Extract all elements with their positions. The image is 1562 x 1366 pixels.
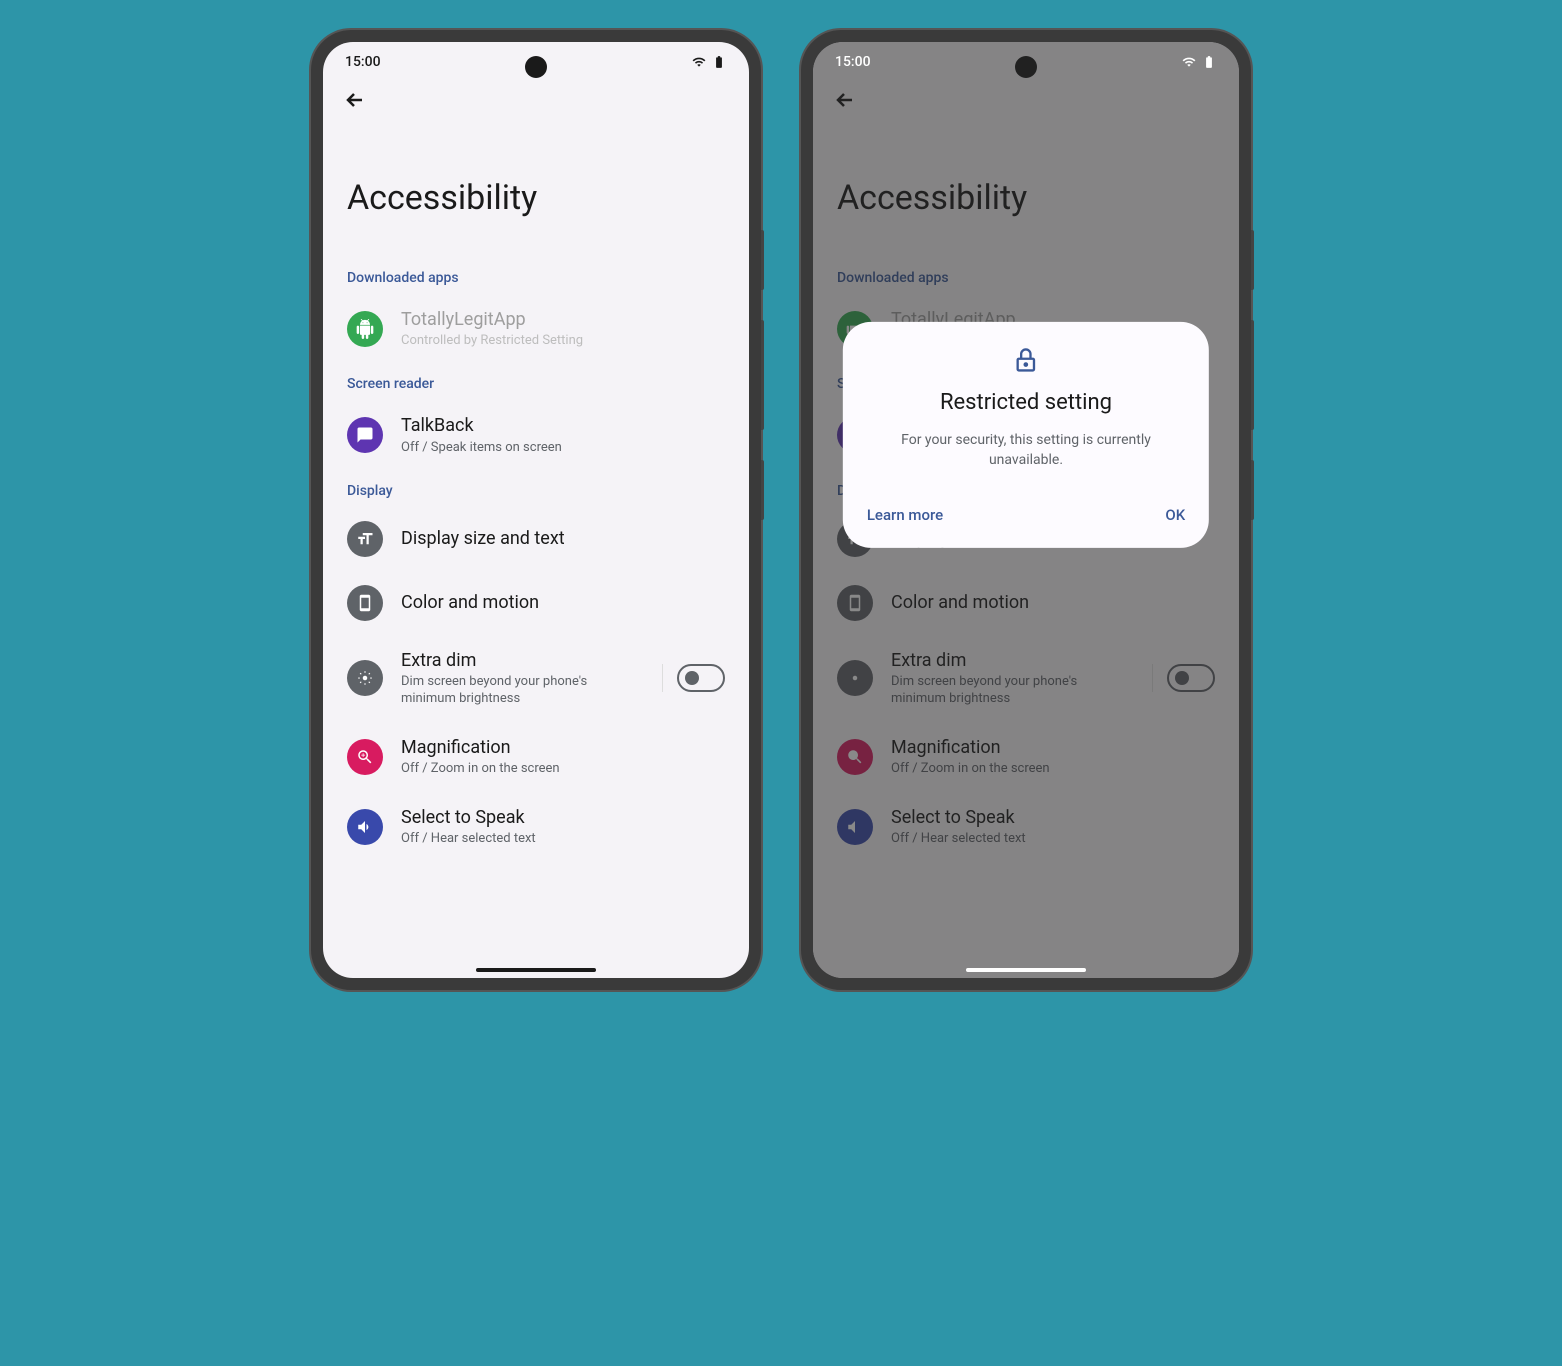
item-title: TotallyLegitApp — [401, 308, 725, 331]
phone-left: 15:00 Accessibility Downloaded apps Tota… — [311, 30, 761, 990]
item-subtitle: Controlled by Restricted Setting — [401, 333, 725, 350]
item-subtitle: Off / Hear selected text — [401, 831, 725, 848]
dialog-title: Restricted setting — [867, 390, 1185, 415]
item-title: Display size and text — [401, 527, 725, 550]
status-time: 15:00 — [345, 54, 381, 70]
list-item-talkback[interactable]: TalkBack Off / Speak items on screen — [323, 400, 749, 470]
item-title: Magnification — [401, 736, 725, 759]
status-bar: 15:00 — [813, 42, 1239, 76]
back-arrow-icon[interactable] — [343, 88, 367, 112]
list-item-extra-dim[interactable]: Extra dim Dim screen beyond your phone's… — [323, 635, 749, 722]
item-title: Select to Speak — [401, 806, 725, 829]
android-app-icon — [347, 311, 383, 347]
side-button — [1251, 230, 1254, 290]
list-item-color-motion[interactable]: Color and motion — [323, 571, 749, 635]
list-item-totallylegitapp[interactable]: TotallyLegitApp Controlled by Restricted… — [323, 294, 749, 364]
restricted-setting-dialog: Restricted setting For your security, th… — [843, 322, 1209, 548]
camera-notch — [525, 56, 547, 78]
page-title: Accessibility — [323, 128, 749, 258]
zoom-icon — [347, 739, 383, 775]
battery-icon — [1201, 55, 1217, 69]
section-downloaded-apps: Downloaded apps — [323, 258, 749, 294]
home-indicator[interactable] — [476, 968, 596, 972]
text-size-icon — [347, 521, 383, 557]
wifi-icon — [691, 55, 707, 69]
side-button — [1251, 320, 1254, 430]
side-button — [761, 230, 764, 290]
wifi-icon — [1181, 55, 1197, 69]
list-item-select-to-speak[interactable]: Select to Speak Off / Hear selected text — [323, 792, 749, 862]
item-subtitle: Off / Zoom in on the screen — [401, 761, 725, 778]
lock-icon — [867, 346, 1185, 374]
brightness-icon — [347, 660, 383, 696]
dialog-body: For your security, this setting is curre… — [867, 431, 1185, 470]
phone-icon — [347, 585, 383, 621]
screen: 15:00 Accessibility Downloaded apps Tota… — [813, 42, 1239, 978]
item-title: TalkBack — [401, 414, 725, 437]
battery-icon — [711, 55, 727, 69]
item-title: Extra dim — [401, 649, 638, 672]
speaker-icon — [347, 809, 383, 845]
status-time: 15:00 — [835, 54, 871, 70]
side-button — [761, 320, 764, 430]
talkback-icon — [347, 417, 383, 453]
side-button — [761, 460, 764, 520]
toolbar — [323, 76, 749, 128]
section-display: Display — [323, 471, 749, 507]
item-title: Color and motion — [401, 591, 725, 614]
toggle-thumb — [685, 671, 699, 685]
item-subtitle: Dim screen beyond your phone's minimum b… — [401, 674, 638, 708]
ok-button[interactable]: OK — [1165, 506, 1185, 524]
screen: 15:00 Accessibility Downloaded apps Tota… — [323, 42, 749, 978]
section-screen-reader: Screen reader — [323, 364, 749, 400]
list-item-magnification[interactable]: Magnification Off / Zoom in on the scree… — [323, 722, 749, 792]
phone-right: 15:00 Accessibility Downloaded apps Tota… — [801, 30, 1251, 990]
learn-more-button[interactable]: Learn more — [867, 506, 943, 524]
home-indicator[interactable] — [966, 968, 1086, 972]
list-item-display-size[interactable]: Display size and text — [323, 507, 749, 571]
item-subtitle: Off / Speak items on screen — [401, 440, 725, 457]
extra-dim-toggle[interactable] — [677, 664, 725, 692]
side-button — [1251, 460, 1254, 520]
